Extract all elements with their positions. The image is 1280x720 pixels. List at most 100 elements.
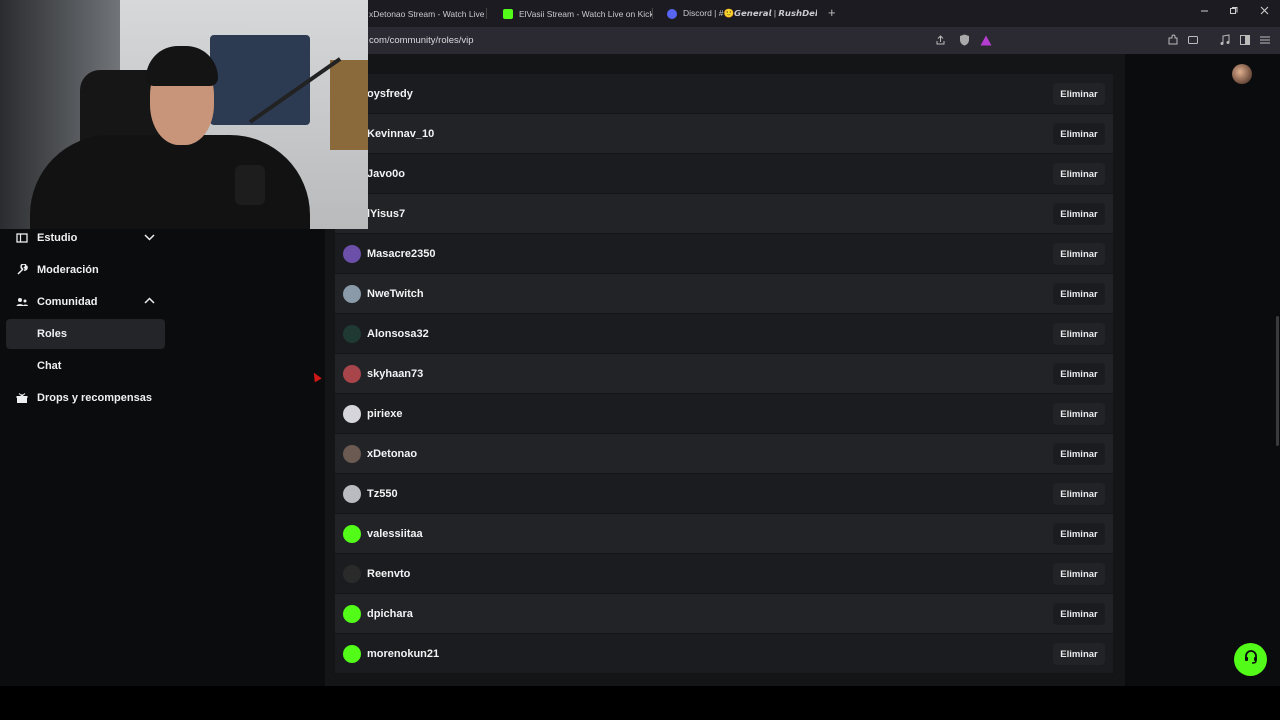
vip-username: skyhaan73	[367, 367, 424, 380]
user-avatar-icon	[343, 484, 361, 503]
sidebar-item-roles[interactable]: Roles	[6, 319, 165, 349]
remove-vip-button[interactable]: Eliminar	[1053, 563, 1105, 585]
sidebar-item-drops[interactable]: Drops y recompensas	[6, 383, 165, 413]
tab-title: xDetonao Stream - Watch Live on Kick	[369, 8, 487, 19]
minimize-icon[interactable]	[1200, 6, 1209, 18]
browser-tab[interactable]: xDetonao Stream - Watch Live on Kick	[369, 4, 487, 23]
sidebar-item-label: Roles	[37, 328, 67, 340]
studio-icon	[16, 232, 28, 244]
vip-username: xDetonao	[367, 447, 418, 460]
wrench-icon	[16, 263, 28, 276]
remove-vip-button[interactable]: Eliminar	[1053, 523, 1105, 545]
vip-username: dpichara	[367, 607, 413, 620]
vip-user-row: oysfredy Eliminar	[335, 74, 1113, 113]
vip-username: piriexe	[367, 407, 403, 420]
gift-icon	[16, 392, 28, 404]
sidebar-item-label: Estudio	[37, 232, 78, 244]
remove-vip-button[interactable]: Eliminar	[1053, 363, 1105, 385]
vip-username: Kevinnav_10	[367, 127, 435, 140]
remove-vip-button[interactable]: Eliminar	[1053, 203, 1105, 225]
vip-user-row: Masacre2350 Eliminar	[335, 234, 1113, 273]
user-avatar-icon	[343, 284, 361, 303]
user-avatar-icon	[343, 444, 361, 463]
user-avatar-icon	[343, 604, 361, 623]
vip-user-row: Javo0o Eliminar	[335, 154, 1113, 193]
vip-user-row: dpichara Eliminar	[335, 594, 1113, 633]
user-avatar-icon	[343, 364, 361, 383]
remove-vip-button[interactable]: Eliminar	[1053, 403, 1105, 425]
vip-user-row: Kevinnav_10 Eliminar	[335, 114, 1113, 153]
user-avatar-icon	[343, 324, 361, 343]
vip-username: NweTwitch	[367, 287, 424, 300]
remove-vip-button[interactable]: Eliminar	[1053, 163, 1105, 185]
user-avatar-icon	[343, 244, 361, 263]
vip-username: Reenvto	[367, 567, 411, 580]
remove-vip-button[interactable]: Eliminar	[1053, 643, 1105, 665]
sidebar-item-label: Moderación	[37, 264, 99, 276]
help-chat-button[interactable]	[1234, 643, 1267, 676]
vip-user-row: morenokun21 Eliminar	[335, 634, 1113, 673]
tab-title: ElVasii Stream - Watch Live on Kick	[519, 8, 653, 19]
chevron-up-icon	[144, 296, 155, 308]
brave-shield-icon[interactable]	[958, 34, 970, 46]
headset-icon	[1243, 649, 1259, 670]
vip-username: Alonsosa32	[367, 327, 429, 340]
webcam-overlay	[0, 0, 368, 229]
remove-vip-button[interactable]: Eliminar	[1053, 83, 1105, 105]
sidebar-item-moderacion[interactable]: Moderación	[6, 255, 165, 285]
user-avatar-icon	[343, 644, 361, 663]
wallet-icon[interactable]	[1187, 34, 1199, 46]
browser-tab[interactable]: ElVasii Stream - Watch Live on Kick	[503, 4, 653, 23]
share-icon[interactable]	[934, 34, 946, 46]
vip-list-panel: oysfredy Eliminar Kevinnav_10 Eliminar Javo0…	[325, 54, 1125, 686]
community-icon	[16, 296, 28, 308]
vip-user-row: piriexe Eliminar	[335, 394, 1113, 433]
page-scrollbar[interactable]	[1276, 316, 1279, 446]
chevron-down-icon	[144, 232, 155, 244]
discord-icon	[667, 8, 677, 19]
vip-user-row: xDetonao Eliminar	[335, 434, 1113, 473]
user-avatar-icon	[343, 404, 361, 423]
remove-vip-button[interactable]: Eliminar	[1053, 323, 1105, 345]
vip-username: Tz550	[367, 487, 398, 500]
remove-vip-button[interactable]: Eliminar	[1053, 443, 1105, 465]
user-avatar[interactable]	[1232, 64, 1252, 84]
remove-vip-button[interactable]: Eliminar	[1053, 483, 1105, 505]
restore-icon[interactable]	[1229, 6, 1238, 18]
tab-title: Discord | #🙂𝙂𝙚𝙣𝙚𝙧𝙖𝙡 | 𝙍𝙪𝙨𝙝𝘿𝙚𝙠𝙪	[683, 8, 817, 18]
sidebar-item-comunidad[interactable]: Comunidad	[6, 287, 165, 317]
sidebar-toggle-icon[interactable]	[1239, 34, 1251, 46]
vip-username: oysfredy	[367, 87, 413, 100]
sidebar-item-label: Chat	[37, 360, 62, 372]
vip-username: morenokun21	[367, 647, 440, 660]
close-icon[interactable]	[1260, 6, 1269, 18]
remove-vip-button[interactable]: Eliminar	[1053, 123, 1105, 145]
user-avatar-icon	[343, 524, 361, 543]
vip-user-row: Reenvto Eliminar	[335, 554, 1113, 593]
remove-vip-button[interactable]: Eliminar	[1053, 603, 1105, 625]
vip-username: Masacre2350	[367, 247, 436, 260]
vip-user-row: lYisus7 Eliminar	[335, 194, 1113, 233]
vip-username: Javo0o	[367, 167, 405, 180]
vip-user-row: skyhaan73 Eliminar	[335, 354, 1113, 393]
kick-icon	[503, 8, 513, 19]
remove-vip-button[interactable]: Eliminar	[1053, 243, 1105, 265]
browser-tab[interactable]: Discord | #🙂𝙂𝙚𝙣𝙚𝙧𝙖𝙡 | 𝙍𝙪𝙨𝙝𝘿𝙚𝙠𝙪	[667, 4, 817, 23]
extensions-icon[interactable]	[1167, 34, 1179, 46]
vip-username: lYisus7	[367, 207, 406, 220]
vip-user-row: Alonsosa32 Eliminar	[335, 314, 1113, 353]
vip-username: valessiitaa	[367, 527, 423, 540]
vip-user-row: valessiitaa Eliminar	[335, 514, 1113, 553]
new-tab-button[interactable]: +	[828, 5, 836, 20]
vip-user-row: Tz550 Eliminar	[335, 474, 1113, 513]
remove-vip-button[interactable]: Eliminar	[1053, 283, 1105, 305]
brave-rewards-icon[interactable]	[980, 34, 992, 46]
taskbar-strip	[0, 686, 1280, 720]
sidebar-item-chat[interactable]: Chat	[6, 351, 165, 381]
vip-user-row: NweTwitch Eliminar	[335, 274, 1113, 313]
url-field[interactable]: com/community/roles/vip	[369, 35, 474, 46]
user-avatar-icon	[343, 564, 361, 583]
menu-icon[interactable]	[1259, 34, 1271, 46]
sidebar-item-label: Drops y recompensas	[37, 392, 152, 404]
music-icon[interactable]	[1219, 34, 1231, 46]
